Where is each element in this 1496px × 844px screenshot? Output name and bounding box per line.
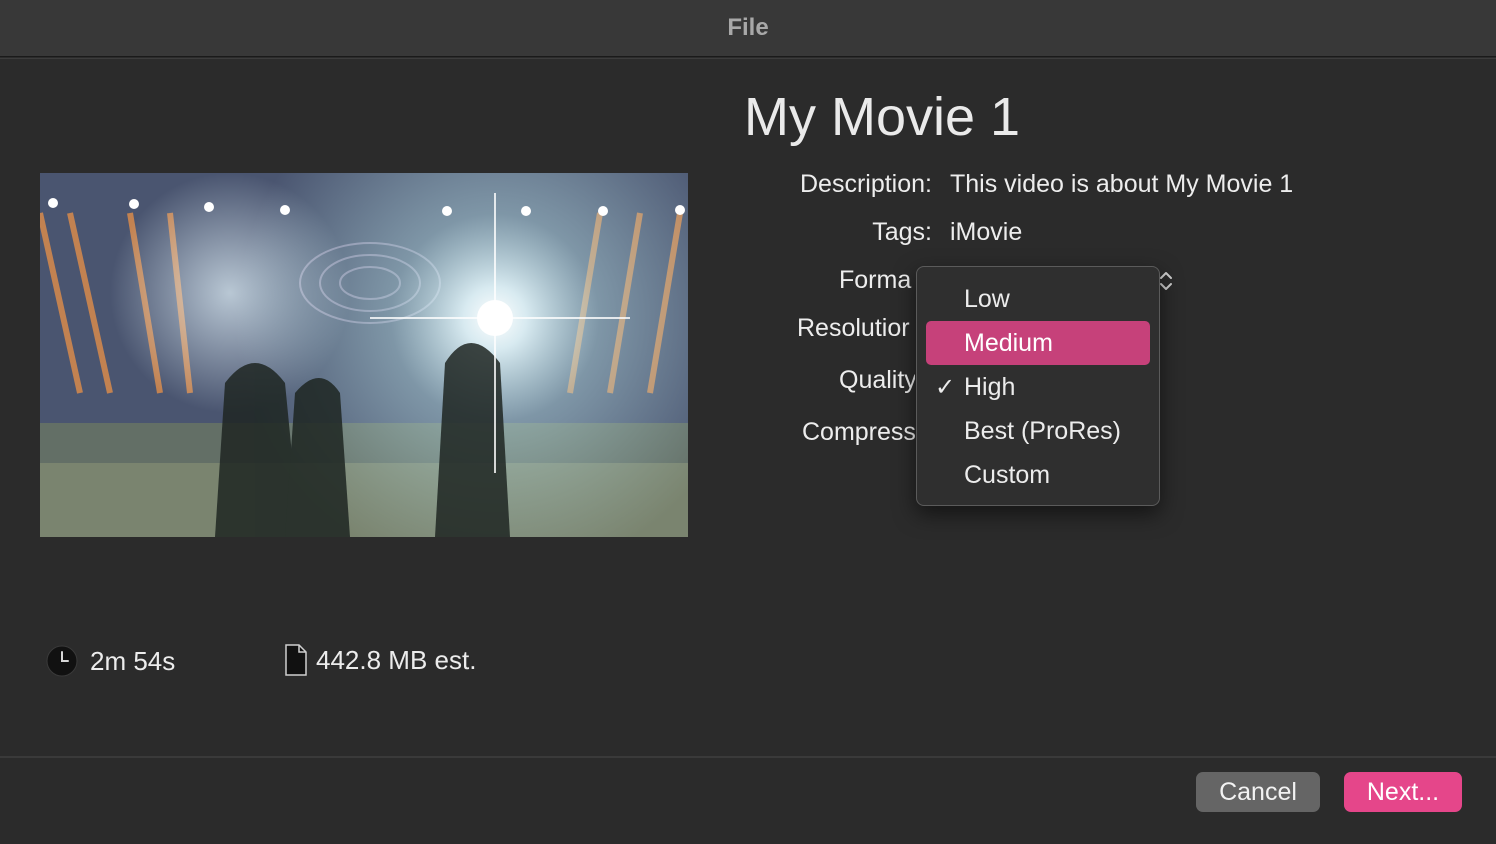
filesize-stat: 442.8 MB est. — [284, 643, 476, 677]
description-field[interactable]: This video is about My Movie 1 — [950, 170, 1293, 199]
menu-item-label: Medium — [964, 328, 1053, 357]
menu-item-label: Best (ProRes) — [964, 416, 1121, 445]
quality-label: Quality — [839, 366, 915, 394]
menu-item-label: Low — [964, 284, 1010, 313]
resolution-row: Resolutior — [700, 310, 915, 350]
menu-item-medium[interactable]: Medium — [926, 321, 1150, 365]
format-row: Forma — [700, 262, 915, 302]
duration-stat: 2m 54s — [46, 645, 175, 677]
duration-text: 2m 54s — [90, 645, 176, 676]
menu-item-low[interactable]: Low — [926, 277, 1150, 321]
title-separator — [0, 58, 1496, 59]
tags-label: Tags: — [872, 218, 932, 246]
description-label: Description: — [800, 170, 932, 198]
menu-item-best-prores[interactable]: Best (ProRes) — [926, 409, 1150, 453]
checkmark-icon: ✓ — [935, 374, 956, 401]
cancel-button[interactable]: Cancel — [1196, 772, 1320, 812]
quality-dropdown-menu: Low Medium ✓ High Best (ProRes) Custom — [916, 266, 1160, 506]
resolution-label: Resolutior — [797, 314, 910, 342]
footer-separator — [0, 756, 1496, 758]
filesize-text: 442.8 MB est. — [316, 644, 477, 675]
quality-row: Quality — [700, 362, 915, 402]
menu-item-high[interactable]: ✓ High — [926, 365, 1150, 409]
next-button[interactable]: Next... — [1344, 772, 1462, 812]
tags-field[interactable]: iMovie — [950, 218, 1022, 247]
window-title: File — [727, 14, 769, 41]
format-label: Forma — [839, 266, 912, 294]
menu-item-custom[interactable]: Custom — [926, 453, 1150, 497]
title-bar: File — [0, 0, 1496, 57]
menu-item-label: Custom — [964, 460, 1051, 489]
clock-icon — [46, 645, 78, 677]
compress-label: Compress — [802, 418, 915, 446]
menu-item-label: High — [964, 372, 1016, 401]
movie-title[interactable]: My Movie 1 — [744, 86, 1020, 148]
concert-image — [40, 173, 688, 537]
video-thumbnail — [40, 173, 688, 537]
compress-row: Compress — [700, 414, 915, 454]
document-icon — [285, 644, 307, 676]
